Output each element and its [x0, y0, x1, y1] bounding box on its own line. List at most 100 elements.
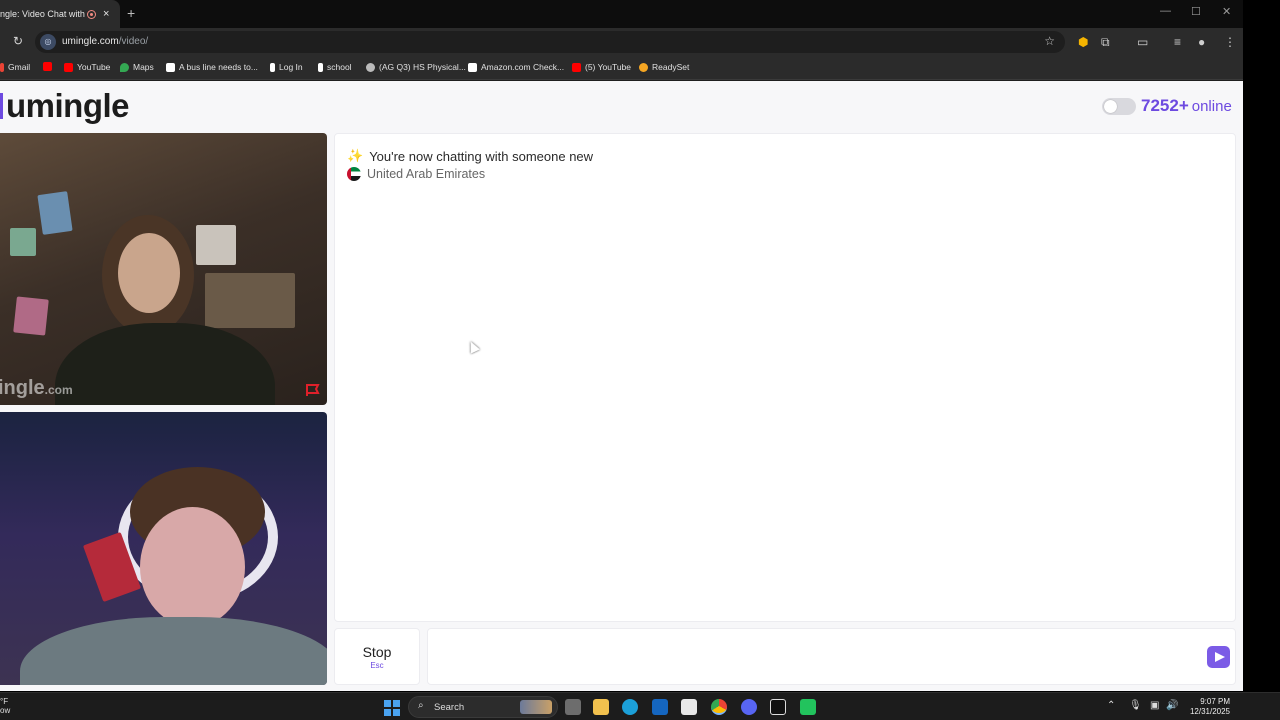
send-button[interactable] — [1207, 646, 1230, 668]
url-text: umingle.com/video/ — [62, 36, 148, 47]
extensions-puzzle-icon[interactable]: ⧉ — [1101, 35, 1110, 50]
maps-pin-icon — [120, 62, 129, 72]
logo-accent — [0, 93, 3, 119]
system-clock[interactable]: 9:07 PM 12/31/2025 — [1186, 697, 1230, 717]
capcut-icon[interactable] — [770, 699, 786, 715]
self-body — [20, 617, 327, 685]
site-logo[interactable]: umingle — [6, 87, 130, 125]
stranger-face — [118, 233, 180, 313]
wall-poster — [13, 296, 49, 336]
sparkle-icon: ✨ — [347, 148, 364, 163]
country-name: United Arab Emirates — [367, 167, 486, 181]
desktop-screen: ngle: Video Chat with S × + — ☐ ✕ ↻ ◎ um… — [0, 0, 1280, 720]
media-controls-icon[interactable]: ≡ — [1174, 35, 1181, 49]
doc-icon — [166, 62, 175, 72]
weather-widget[interactable]: °F ow — [0, 697, 10, 715]
bookmark-youtube[interactable]: YouTube — [64, 62, 110, 72]
close-window-icon[interactable]: ✕ — [1222, 5, 1231, 18]
online-label: online — [1191, 98, 1232, 115]
bookmark-amazon[interactable]: Amazon.com Check... — [468, 62, 564, 72]
tab-strip: ngle: Video Chat with S × + — ☐ ✕ — [0, 0, 1243, 28]
tab-close-icon[interactable]: × — [103, 8, 109, 20]
umingle-page: umingle 7252+ online ingle.com ✨ You're … — [0, 81, 1243, 691]
self-video — [0, 412, 327, 685]
windows-taskbar: °F ow ⌕ Search ⌃ 🎙 ▣ 🔊 9:07 PM 12/31/2025 — [0, 692, 1280, 720]
amazon-icon — [468, 62, 477, 72]
address-bar[interactable]: ◎ umingle.com/video/ ☆ — [35, 31, 1065, 53]
bookmark-youtube-5[interactable]: (5) YouTube — [572, 62, 631, 72]
wall-poster — [196, 225, 236, 265]
file-explorer-icon[interactable] — [593, 699, 609, 715]
bookmarks-bar: Gmail YouTube Maps A bus line needs to..… — [0, 56, 1243, 80]
volume-icon[interactable]: 🔊 — [1166, 700, 1178, 711]
umingle-watermark: ingle.com — [0, 377, 73, 399]
search-highlight-icon — [520, 700, 552, 714]
message-input[interactable] — [428, 629, 1188, 684]
site-info-icon[interactable]: ◎ — [40, 34, 56, 50]
url-host: umingle.com — [62, 36, 119, 47]
recording-icon — [87, 9, 96, 19]
reload-icon[interactable]: ↻ — [13, 34, 23, 48]
network-icon[interactable]: ▣ — [1150, 700, 1159, 711]
taskbar-search-label: Search — [434, 702, 465, 713]
browser-menu-icon[interactable]: ⋮ — [1224, 35, 1236, 49]
message-input-box[interactable] — [427, 628, 1236, 685]
minimize-icon[interactable]: — — [1160, 5, 1171, 17]
theme-toggle[interactable] — [1102, 98, 1136, 115]
globe-icon — [366, 62, 375, 72]
bookmark-youtube-icon-only[interactable] — [43, 62, 56, 71]
bookmark-readyset[interactable]: ReadySet — [639, 62, 689, 72]
stop-shortcut: Esc — [370, 661, 384, 670]
windows-start-icon[interactable] — [384, 700, 400, 716]
system-message: ✨ You're now chatting with someone new — [347, 148, 593, 164]
profile-avatar-icon[interactable]: ● — [1198, 35, 1205, 49]
url-path: /video/ — [118, 36, 149, 47]
youtube-icon — [64, 62, 73, 72]
tray-chevron-icon[interactable]: ⌃ — [1107, 700, 1115, 711]
tab-title: ngle: Video Chat with S — [0, 9, 86, 19]
bookmark-hs-physical[interactable]: (AG Q3) HS Physical... — [366, 62, 466, 72]
stop-label: Stop — [362, 644, 392, 660]
app-icon[interactable] — [800, 699, 816, 715]
stop-button[interactable]: Stop Esc — [334, 628, 420, 685]
system-message-text: You're now chatting with someone new — [369, 148, 594, 164]
edge-icon[interactable] — [622, 699, 638, 715]
online-counter: 7252+ online — [1141, 96, 1232, 116]
chrome-icon[interactable] — [711, 699, 727, 715]
store-icon[interactable] — [681, 699, 697, 715]
extension-icon[interactable]: ⬢ — [1078, 35, 1088, 49]
task-view-icon[interactable] — [565, 699, 581, 715]
discord-icon[interactable] — [741, 699, 757, 715]
bookmark-log-in[interactable]: Log In — [270, 62, 303, 72]
youtube-icon — [43, 62, 52, 71]
school-icon — [318, 62, 323, 72]
stranger-body — [55, 323, 275, 405]
navigation-bar: ↻ ◎ umingle.com/video/ ☆ — [0, 28, 1243, 56]
bookmark-maps[interactable]: Maps — [120, 62, 154, 72]
bookmark-star-icon[interactable]: ☆ — [1044, 34, 1055, 48]
youtube-icon — [572, 62, 581, 72]
microphone-icon[interactable]: 🎙 — [1129, 700, 1142, 711]
bookmark-gmail[interactable]: Gmail — [0, 62, 30, 72]
report-flag-icon[interactable] — [305, 383, 321, 397]
bookmark-school[interactable]: school — [318, 62, 352, 72]
self-face — [140, 507, 245, 627]
wall-poster — [205, 273, 295, 328]
bookmark-bus-line[interactable]: A bus line needs to... — [166, 62, 258, 72]
wall-poster — [10, 228, 36, 256]
active-tab[interactable]: ngle: Video Chat with S × — [0, 0, 120, 28]
readyset-icon — [639, 62, 648, 72]
browser-window: ngle: Video Chat with S × + — ☐ ✕ ↻ ◎ um… — [0, 0, 1243, 691]
wall-poster — [37, 191, 73, 235]
outlook-icon[interactable] — [652, 699, 668, 715]
maximize-icon[interactable]: ☐ — [1191, 5, 1201, 18]
online-count: 7252+ — [1141, 96, 1189, 115]
search-icon: ⌕ — [418, 700, 424, 711]
login-icon — [270, 62, 275, 72]
sidebar-icon[interactable]: ▭ — [1137, 35, 1148, 49]
chat-panel: ✨ You're now chatting with someone new U… — [334, 133, 1236, 622]
gmail-icon — [0, 62, 4, 72]
stranger-country: United Arab Emirates — [347, 167, 485, 181]
uae-flag-icon — [347, 167, 361, 181]
new-tab-button[interactable]: + — [127, 5, 135, 21]
